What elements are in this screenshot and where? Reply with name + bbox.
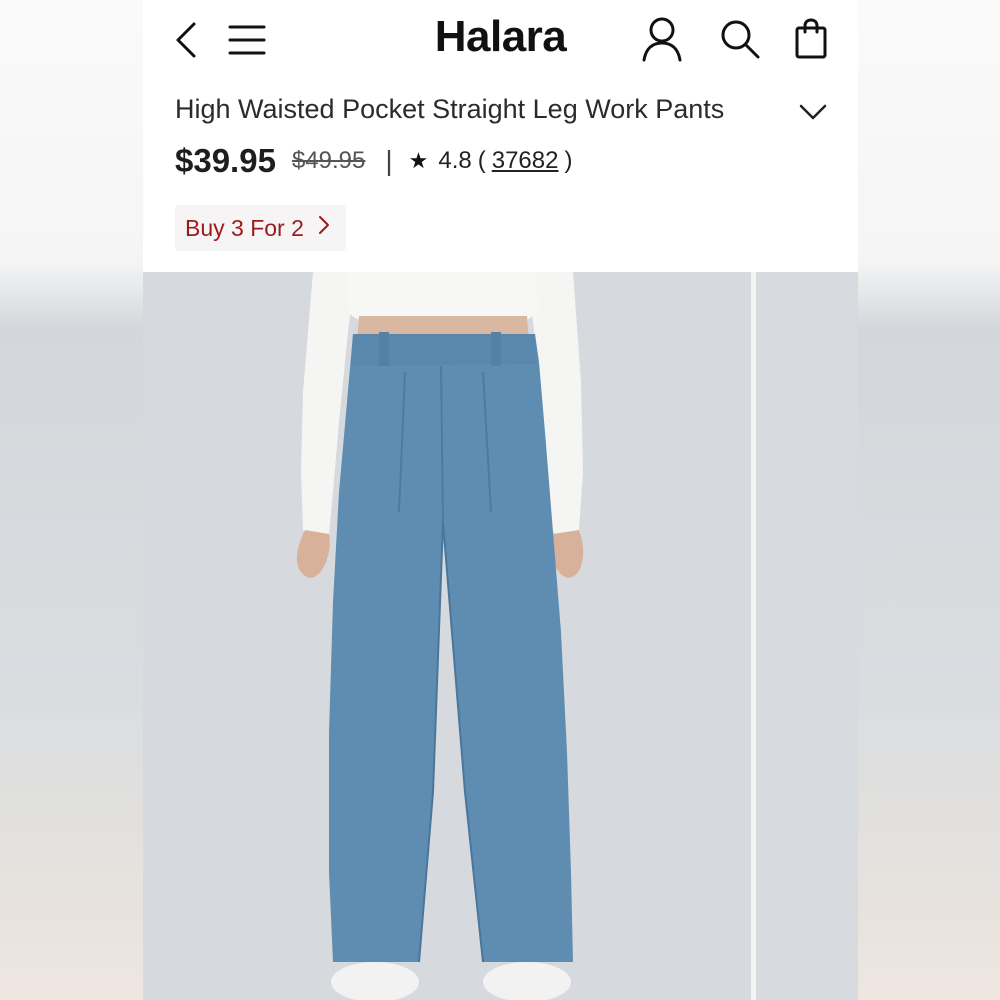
- price-rating-row: $39.95 $49.95 | ★ 4.8 ( 37682 ): [175, 142, 578, 180]
- review-count-link[interactable]: 37682: [492, 147, 559, 175]
- model-wearing-pants-illustration: [143, 272, 751, 1000]
- blurred-backdrop-right: [858, 0, 1000, 1000]
- blurred-backdrop-left: [0, 0, 143, 1000]
- top-nav-bar: Halara: [143, 0, 858, 80]
- open-paren: (: [477, 147, 486, 174]
- original-price: $49.95: [291, 147, 366, 174]
- promo-buy-3-for-2-button[interactable]: Buy 3 For 2: [175, 205, 346, 251]
- star-icon: ★: [408, 148, 429, 173]
- close-paren: ): [564, 147, 573, 174]
- promo-label: Buy 3 For 2: [185, 214, 304, 241]
- rating-value: 4.8: [438, 147, 472, 174]
- product-info-section: High Waisted Pocket Straight Leg Work Pa…: [143, 80, 858, 272]
- product-image-model[interactable]: [143, 272, 751, 1000]
- product-title: High Waisted Pocket Straight Leg Work Pa…: [175, 94, 725, 124]
- product-image-carousel[interactable]: [143, 272, 858, 1000]
- chevron-right-icon: [318, 215, 330, 241]
- separator: |: [385, 145, 393, 176]
- search-icon[interactable]: [719, 18, 761, 60]
- account-icon[interactable]: [641, 16, 683, 62]
- sale-price: $39.95: [175, 142, 276, 179]
- product-image-next-preview[interactable]: [756, 272, 858, 1000]
- shopping-bag-icon[interactable]: [793, 16, 829, 60]
- product-page: Halara High Waisted Pocket Straight Leg …: [143, 0, 858, 1000]
- chevron-down-icon[interactable]: [797, 100, 829, 124]
